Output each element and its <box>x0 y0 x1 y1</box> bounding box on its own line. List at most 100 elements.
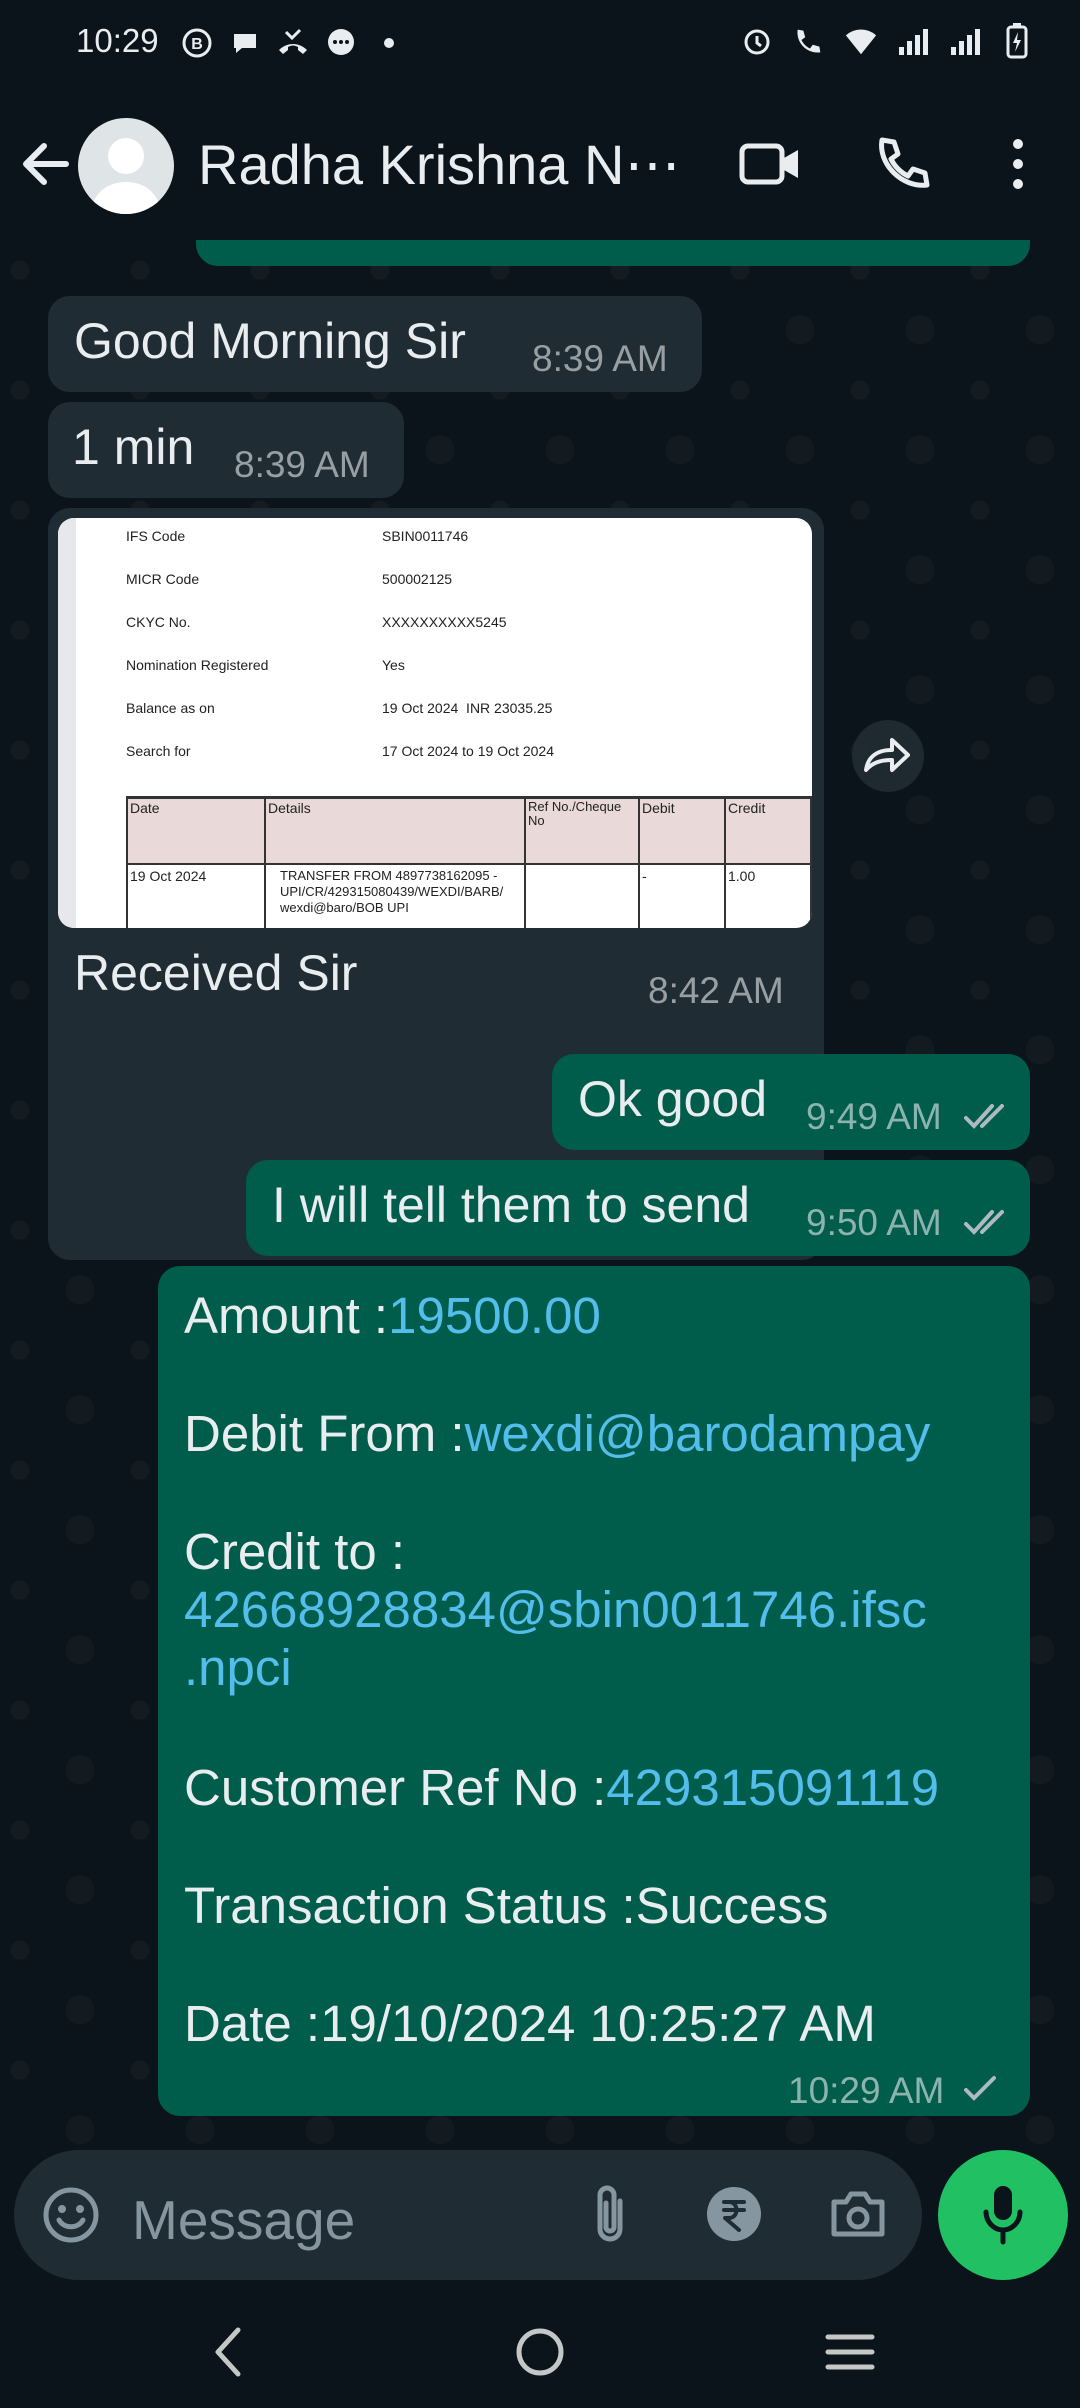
message-text: Good Morning Sir <box>74 313 466 369</box>
more-options-button[interactable] <box>982 128 1054 200</box>
message-time: 8:39 AM <box>234 444 370 485</box>
emoji-button[interactable] <box>40 2184 102 2246</box>
message-input[interactable]: Message <box>132 2188 355 2252</box>
amount-value[interactable]: 19500.00 <box>388 1287 601 1344</box>
amount-row: Amount :19500.00 <box>184 1286 601 1345</box>
doc-table-header <box>126 796 812 865</box>
table-cell: 1.00 <box>728 868 756 884</box>
sent-tick-icon <box>964 2076 996 2101</box>
credit-value[interactable]: 42668928834@sbin0011746.ifsc <box>184 1580 927 1639</box>
date-value: 19/10/2024 10:25:27 AM <box>320 1995 876 2052</box>
video-call-button[interactable] <box>734 128 806 200</box>
message-bubble[interactable]: I will tell them to send 9:50 AM <box>246 1160 1030 1256</box>
message-time: 8:42 AM <box>648 970 784 1011</box>
forward-icon <box>864 738 910 772</box>
message-bubble[interactable]: 1 min 8:39 AM <box>48 402 404 498</box>
message-input-bar: Message <box>14 2150 922 2280</box>
doc-label: CKYC No. <box>126 614 191 630</box>
home-circle-icon <box>516 2328 564 2376</box>
ref-row: Customer Ref No :429315091119 <box>184 1758 939 1817</box>
doc-label: Search for <box>126 743 191 759</box>
read-ticks-icon <box>964 1104 1004 1129</box>
svg-text:B: B <box>191 36 203 53</box>
mic-icon <box>983 2186 1023 2245</box>
payment-button[interactable] <box>702 2182 766 2246</box>
chat-area[interactable]: Good Morning Sir 8:39 AM 1 min 8:39 AM I… <box>0 240 1080 2146</box>
date-row: Date :19/10/2024 10:25:27 AM <box>184 1994 876 2053</box>
nav-recents-button[interactable] <box>818 2320 882 2384</box>
message-bubble[interactable]: Good Morning Sir 8:39 AM <box>48 296 702 392</box>
message-text: I will tell them to send <box>272 1177 750 1233</box>
wifi-icon <box>844 24 878 58</box>
system-icons <box>740 23 1034 59</box>
table-divider <box>264 796 266 928</box>
phone-icon <box>879 137 930 188</box>
status-label: Transaction Status : <box>184 1877 636 1934</box>
table-header-cell: Debit <box>642 800 675 816</box>
table-header-cell: Credit <box>728 800 766 816</box>
table-divider <box>126 796 128 928</box>
message-text: Ok good <box>578 1071 768 1127</box>
debit-row: Debit From :wexdi@barodampay <box>184 1404 930 1463</box>
navigation-bar <box>0 2296 1080 2408</box>
contact-name[interactable]: Radha Krishna N⋯ <box>198 132 680 198</box>
table-cell: UPI/CR/429315080439/WEXDI/BARB/ <box>280 884 504 899</box>
doc-value: 500002125 <box>382 571 453 587</box>
table-cell: TRANSFER FROM 4897738162095 - <box>280 868 498 883</box>
credit-row: Credit to : <box>184 1522 405 1581</box>
message-text: 1 min <box>72 419 195 475</box>
avatar[interactable] <box>78 118 174 214</box>
message-time: 9:50 AM <box>806 1202 942 1243</box>
doc-label: Nomination Registered <box>126 657 269 673</box>
doc-label: MICR Code <box>126 571 200 587</box>
table-cell: wexdi@baro/BOB UPI <box>280 900 409 915</box>
chevron-left-icon <box>215 2327 241 2377</box>
ref-label: Customer Ref No : <box>184 1759 607 1816</box>
doc-label: Balance as on <box>126 700 215 716</box>
nav-back-button[interactable] <box>196 2320 260 2384</box>
message-time: 9:49 AM <box>806 1096 942 1137</box>
paperclip-icon <box>597 2185 623 2242</box>
ref-value[interactable]: 429315091119 <box>606 1759 939 1816</box>
credit-value-cont[interactable]: .npci <box>184 1638 292 1697</box>
nav-home-button[interactable] <box>508 2320 572 2384</box>
wifi-call-icon <box>792 24 826 58</box>
doc-value: 17 Oct 2024 to 19 Oct 2024 <box>382 743 555 759</box>
dot-icon <box>372 26 406 60</box>
table-cell: 19 Oct 2024 <box>130 868 207 884</box>
table-header-cell: Details <box>268 800 311 816</box>
statement-image[interactable]: IFS Code SBIN0011746 MICR Code 500002125… <box>58 518 812 928</box>
doc-label: IFS Code <box>126 528 186 544</box>
table-divider <box>524 796 526 928</box>
message-bubble[interactable]: Ok good 9:49 AM <box>552 1054 1030 1150</box>
table-divider <box>638 796 640 928</box>
camera-button[interactable] <box>826 2182 890 2246</box>
attach-button[interactable] <box>578 2182 642 2246</box>
chat-icon <box>228 26 262 60</box>
voice-call-button[interactable] <box>866 128 938 200</box>
date-label: Date : <box>184 1995 321 2052</box>
debit-value[interactable]: wexdi@barodampay <box>465 1405 931 1462</box>
battery-charging-icon <box>1000 23 1034 59</box>
status-bar: 10:29 B <box>0 0 1080 90</box>
message-time: 10:29 AM <box>788 2070 945 2111</box>
rupee-icon <box>707 2187 761 2241</box>
voice-message-button[interactable] <box>938 2150 1068 2280</box>
credit-label: Credit to : <box>184 1523 406 1580</box>
back-arrow-icon <box>23 143 69 185</box>
back-button[interactable] <box>14 132 78 196</box>
amount-label: Amount : <box>184 1287 389 1344</box>
message-time: 8:39 AM <box>532 338 668 379</box>
debit-label: Debit From : <box>184 1405 465 1462</box>
forward-button[interactable] <box>852 720 924 792</box>
message-bubble-partial[interactable] <box>196 240 1030 266</box>
more-vert-icon <box>1013 139 1023 189</box>
chat-header: Radha Krishna N⋯ <box>0 90 1080 240</box>
table-header-cell: Ref No./Cheque No <box>528 799 622 828</box>
notification-icons: B <box>180 26 406 60</box>
missed-call-icon <box>276 26 310 60</box>
image-caption: Received Sir <box>74 945 358 1001</box>
doc-value: SBIN0011746 <box>382 528 469 544</box>
table-header-cell: Date <box>130 800 160 816</box>
status-value: Success <box>635 1877 829 1934</box>
